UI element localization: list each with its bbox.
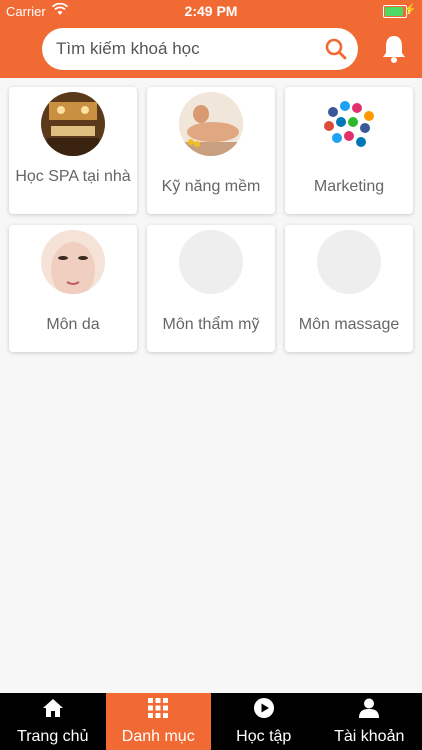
social-media-image: [317, 92, 381, 156]
user-icon: [359, 698, 380, 728]
category-card-spa[interactable]: Học SPA tại nhà: [9, 87, 137, 214]
category-image-placeholder: [317, 230, 381, 294]
category-card-massage[interactable]: Môn massage: [285, 225, 413, 352]
category-label: Môn massage: [298, 316, 400, 333]
bell-icon[interactable]: [380, 34, 408, 69]
header: [0, 22, 422, 78]
tab-categories[interactable]: Danh mục: [105, 693, 211, 750]
tab-label: Học tập: [236, 728, 292, 745]
search-bar[interactable]: [42, 28, 358, 70]
tab-label: Trang chủ: [17, 728, 89, 745]
tab-bar: Trang chủ Danh mục Học tập Tài khoản: [0, 693, 422, 750]
tab-label: Danh mục: [121, 728, 195, 745]
massage-image: [179, 92, 243, 156]
spa-room-image: [41, 92, 105, 156]
category-image-placeholder: [179, 230, 243, 294]
category-label: Marketing: [313, 178, 385, 195]
home-icon: [42, 698, 64, 728]
clock: 2:49 PM: [184, 3, 238, 19]
tab-account[interactable]: Tài khoản: [317, 693, 422, 750]
category-card-soft-skills[interactable]: Kỹ năng mềm: [147, 87, 275, 214]
search-icon[interactable]: [324, 37, 348, 66]
tab-learning[interactable]: Học tập: [211, 693, 317, 750]
category-label: Môn da: [46, 316, 100, 333]
category-label: Học SPA tại nhà: [15, 168, 131, 185]
charging-icon: ⚡: [403, 4, 417, 16]
play-icon: [253, 698, 274, 728]
search-input[interactable]: [54, 38, 314, 60]
category-label: Kỹ năng mềm: [161, 178, 261, 195]
category-card-marketing[interactable]: Marketing: [285, 87, 413, 214]
category-card-aesthetics[interactable]: Môn thẩm mỹ: [147, 225, 275, 352]
status-bar: Carrier 2:49 PM ⚡: [0, 0, 422, 22]
category-label: Môn thẩm mỹ: [162, 316, 260, 333]
tab-home[interactable]: Trang chủ: [0, 693, 106, 750]
category-card-skin[interactable]: Môn da: [9, 225, 137, 352]
tab-label: Tài khoản: [334, 728, 405, 745]
grid-icon: [148, 698, 169, 728]
face-image: [41, 230, 105, 294]
